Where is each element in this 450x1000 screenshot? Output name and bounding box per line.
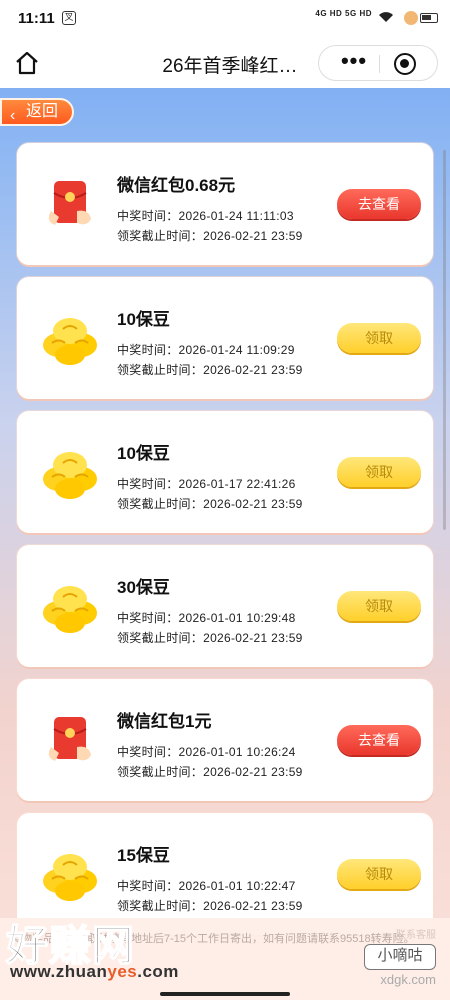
win-time: 中奖时间：2026-01-01 10:29:48: [117, 611, 296, 625]
chevron-left-icon: ‹: [10, 107, 16, 124]
miniprogram-capsule: •••: [318, 45, 438, 81]
watermark-badge: 小嘀咕: [364, 944, 436, 970]
close-miniprogram-button[interactable]: [394, 53, 416, 75]
scrollbar[interactable]: [443, 150, 446, 530]
win-time: 中奖时间：2026-01-24 11:11:03: [117, 209, 294, 223]
claim-deadline: 领奖截止时间：2026-02-21 23:59: [117, 229, 303, 243]
gold-coins-icon: [37, 305, 103, 371]
claim-button[interactable]: 领取: [337, 323, 421, 353]
nav-bar: 26年首季峰红… •••: [0, 38, 450, 88]
red-packet-icon: [37, 171, 103, 237]
back-button[interactable]: ‹ 返回: [0, 98, 74, 126]
win-time: 中奖时间：2026-01-01 10:22:47: [117, 879, 296, 893]
notice-side-link[interactable]: 联系客服: [396, 926, 436, 941]
wifi-icon: [379, 12, 393, 22]
status-bar: 11:11 叉 4G HD 5G HD: [0, 0, 450, 38]
app-status-icon: [404, 11, 418, 25]
notification-app-icon: 叉: [62, 11, 76, 25]
status-time: 11:11: [18, 10, 55, 27]
claim-deadline: 领奖截止时间：2026-02-21 23:59: [117, 631, 303, 645]
network-indicator: 4G HD 5G HD: [315, 9, 372, 18]
prize-name: 微信红包1元: [117, 712, 212, 731]
prize-name: 10保豆: [117, 310, 170, 329]
prize-card: 10保豆中奖时间：2026-01-17 22:41:26 领奖截止时间：2026-…: [17, 411, 433, 533]
back-button-label: 返回: [26, 103, 59, 120]
win-time: 中奖时间：2026-01-17 22:41:26: [117, 477, 296, 491]
claim-deadline: 领奖截止时间：2026-02-21 23:59: [117, 497, 303, 511]
gold-coins-icon: [37, 573, 103, 639]
page-title: 26年首季峰红…: [162, 56, 298, 77]
home-icon[interactable]: [14, 50, 40, 76]
prize-card: 30保豆中奖时间：2026-01-01 10:29:48 领奖截止时间：2026-…: [17, 545, 433, 667]
claim-button[interactable]: 领取: [337, 457, 421, 487]
gold-coins-icon: [37, 439, 103, 505]
view-button[interactable]: 去查看: [337, 725, 421, 755]
home-indicator: [160, 992, 290, 996]
prize-name: 微信红包0.68元: [117, 176, 236, 195]
claim-deadline: 领奖截止时间：2026-02-21 23:59: [117, 765, 303, 779]
prize-card: 微信红包1元中奖时间：2026-01-01 10:26:24 领奖截止时间：202…: [17, 679, 433, 801]
gold-coins-icon: [37, 841, 103, 907]
view-button[interactable]: 去查看: [337, 189, 421, 219]
claim-button[interactable]: 领取: [337, 591, 421, 621]
prize-name: 30保豆: [117, 578, 170, 597]
claim-deadline: 领奖截止时间：2026-02-21 23:59: [117, 363, 303, 377]
watermark-url-post: .com: [137, 962, 179, 981]
watermark-url: www.zhuanyes.com: [10, 962, 179, 982]
claim-deadline: 领奖截止时间：2026-02-21 23:59: [117, 899, 303, 913]
win-time: 中奖时间：2026-01-01 10:26:24: [117, 745, 296, 759]
prize-name: 15保豆: [117, 846, 170, 865]
claim-button[interactable]: 领取: [337, 859, 421, 889]
win-time: 中奖时间：2026-01-24 11:09:29: [117, 343, 295, 357]
watermark-url-accent: yes: [107, 962, 138, 981]
red-packet-icon: [37, 707, 103, 773]
battery-icon: [420, 13, 438, 23]
capsule-divider: [379, 55, 380, 73]
prize-name: 10保豆: [117, 444, 170, 463]
watermark-url-pre: www.zhuan: [10, 962, 108, 981]
watermark-right-url: xdgk.com: [380, 972, 436, 987]
prize-card: 微信红包0.68元中奖时间：2026-01-24 11:11:03 领奖截止时间：…: [17, 143, 433, 265]
more-button[interactable]: •••: [331, 46, 377, 80]
prize-card: 10保豆中奖时间：2026-01-24 11:09:29 领奖截止时间：2026-…: [17, 277, 433, 399]
